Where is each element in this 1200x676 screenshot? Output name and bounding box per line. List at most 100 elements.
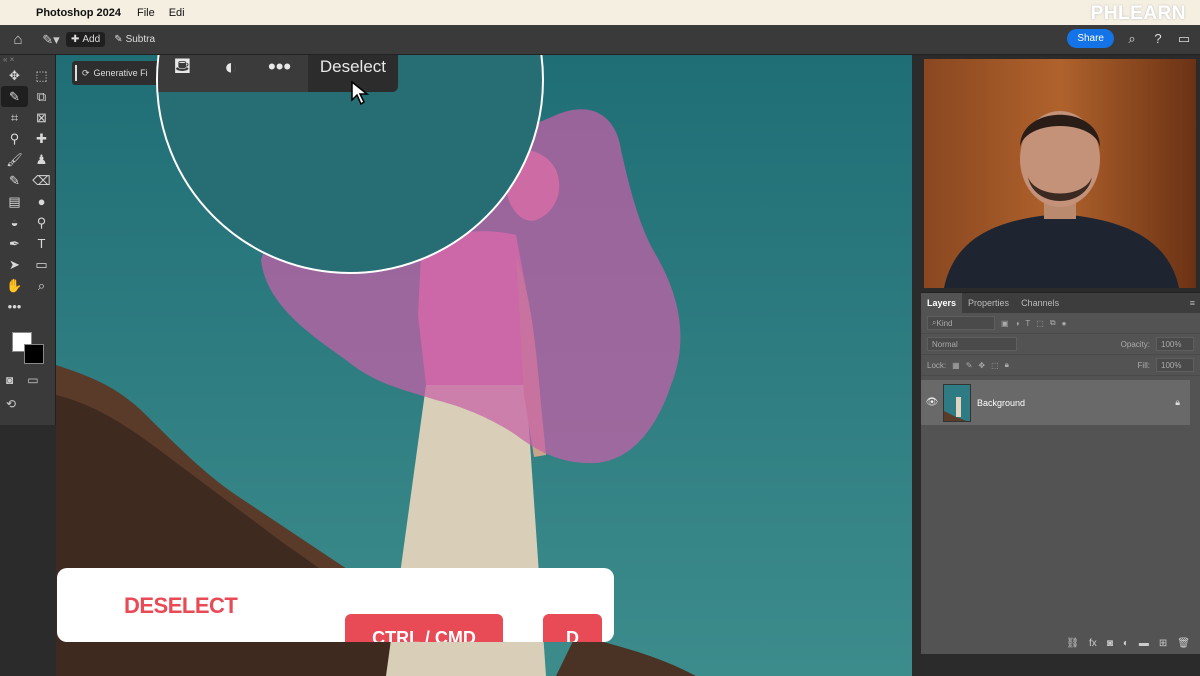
object-selection-icon[interactable]: ⧉ xyxy=(28,86,55,107)
layer-thumbnail xyxy=(943,383,971,422)
eraser-icon[interactable]: ⌫ xyxy=(28,170,55,191)
color-swatches xyxy=(10,330,50,370)
rectangle-icon[interactable]: ▭ xyxy=(28,254,55,275)
blend-row: Normal Opacity: 100% xyxy=(921,334,1200,355)
cursor-arrow-icon xyxy=(351,80,370,106)
generative-fill-label[interactable]: Generative Fi xyxy=(94,68,148,78)
search-icon[interactable]: ⌕ xyxy=(1124,31,1140,47)
brush-icon[interactable]: 🖌︎ xyxy=(1,149,28,170)
fill-label: Fill: xyxy=(1137,360,1150,370)
lock-artboard-icon[interactable]: ⬚ xyxy=(991,361,999,370)
hand-icon[interactable]: ✋ xyxy=(1,275,28,296)
path-select-icon[interactable]: ➤ xyxy=(1,254,28,275)
task-bar-handle[interactable] xyxy=(75,65,77,81)
add-mask-icon[interactable]: ◙ xyxy=(1107,638,1113,649)
stamp-icon[interactable]: ♟ xyxy=(28,149,55,170)
healing-icon[interactable]: ✚ xyxy=(28,128,55,149)
lock-transparency-icon[interactable]: ▦ xyxy=(952,361,960,370)
new-group-icon[interactable]: ▬ xyxy=(1139,638,1149,649)
workspace-icon[interactable]: ▭ xyxy=(1176,31,1192,47)
panel-tabs: Layers Properties Channels ≡ xyxy=(921,293,1200,313)
opacity-input[interactable]: 100% xyxy=(1156,337,1194,351)
quick-selection-tool-icon[interactable]: ✎▾ xyxy=(36,32,66,48)
menu-edit[interactable]: Edi xyxy=(169,7,185,19)
lock-position-icon[interactable]: ✥ xyxy=(978,361,985,370)
help-icon[interactable]: ? xyxy=(1150,31,1166,46)
tool-grid: ✥ ⬚ ✎ ⧉ ⌗ ⊠ ⚲ ✚ 🖌︎ ♟ ✎ ⌫ ▤ ● ◒ ⚲ ✒ T ➤ ▭… xyxy=(0,65,55,317)
marquee-icon[interactable]: ⬚ xyxy=(28,65,55,86)
add-label: Add xyxy=(82,34,101,45)
panel-menu-icon[interactable]: ≡ xyxy=(1190,298,1200,308)
more-tools-icon[interactable]: ••• xyxy=(1,296,28,317)
instructor-video xyxy=(924,59,1196,288)
new-layer-icon[interactable]: ⊞ xyxy=(1159,638,1167,649)
lock-row: Lock: ▦ ✎ ✥ ⬚ 🔒︎ Fill: 100% xyxy=(921,355,1200,376)
move-icon[interactable]: ✥ xyxy=(1,65,28,86)
blur-icon[interactable]: ● xyxy=(28,191,55,212)
contextual-task-bar[interactable]: ⟳ Generative Fi xyxy=(72,61,162,85)
zoom-icon[interactable]: ⌕ xyxy=(28,275,55,296)
kind-filter-select[interactable]: ⌕ Kind xyxy=(927,316,995,330)
subtract-from-selection-button[interactable]: ✎ Subtra xyxy=(109,32,160,47)
instructor-image xyxy=(924,59,1196,288)
kind-filter-label: Kind xyxy=(936,318,953,328)
quick-selection-icon[interactable]: ✎ xyxy=(1,86,28,107)
shortcut-key-ctrl-cmd: CTRL / CMD xyxy=(345,614,503,642)
lock-pixels-icon[interactable]: ✎ xyxy=(966,361,973,370)
tab-layers[interactable]: Layers xyxy=(921,293,963,313)
generative-fill-icon: ⟳ xyxy=(82,67,90,78)
trash-icon[interactable]: 🗑︎ xyxy=(1177,638,1190,649)
add-to-selection-button[interactable]: ✚ Add xyxy=(66,32,106,47)
filter-smart-object-icon[interactable]: ⧉ xyxy=(1050,318,1056,328)
toolbar-grip[interactable]: « × xyxy=(0,55,55,65)
thumbnail-image xyxy=(944,384,970,421)
brush-plus-icon: ✚ xyxy=(71,34,80,45)
layer-name[interactable]: Background xyxy=(977,398,1025,408)
photoshop-window: Photoshop 2024 File Edi PHLEARN ⌂ ✎▾ ✚ A… xyxy=(0,0,1200,676)
brand-watermark: PHLEARN xyxy=(1090,3,1186,24)
filter-adjustment-icon[interactable]: ◑ xyxy=(1015,319,1020,328)
crop-icon[interactable]: ⌗ xyxy=(1,107,28,128)
app-menu[interactable]: Photoshop 2024 xyxy=(36,7,121,19)
tab-properties[interactable]: Properties xyxy=(962,293,1015,313)
dodge-icon[interactable]: ◒ xyxy=(1,212,28,233)
history-brush-icon[interactable]: ✎ xyxy=(1,170,28,191)
filter-type-icon[interactable]: T xyxy=(1025,319,1030,328)
share-button[interactable]: Share xyxy=(1067,29,1114,48)
shortcut-caption-card: DESELECT CTRL / CMD D xyxy=(57,568,614,642)
adjustment-layer-icon[interactable]: ◐ xyxy=(1123,638,1129,649)
sponge-icon[interactable]: ⚲ xyxy=(28,212,55,233)
quick-mask-icon[interactable]: ◙ xyxy=(6,373,13,387)
lock-label: Lock: xyxy=(927,360,947,370)
panel-footer: ⛓ fx ◙ ◐ ▬ ⊞ 🗑︎ xyxy=(921,632,1200,654)
home-icon[interactable]: ⌂ xyxy=(0,31,36,48)
lock-all-icon[interactable]: 🔒︎ xyxy=(1005,360,1009,370)
filter-row: ⌕ Kind ▣ ◑ T ⬚ ⧉ ● xyxy=(921,313,1200,334)
pen-icon[interactable]: ✒ xyxy=(1,233,28,254)
screen-mode-icon[interactable]: ▭ xyxy=(27,373,38,387)
background-color-swatch[interactable] xyxy=(24,344,44,364)
fill-bucket-icon[interactable]: ⛾ xyxy=(158,55,207,82)
layer-row-background[interactable]: 👁︎ Background 🔒︎ xyxy=(921,380,1190,425)
menu-file[interactable]: File xyxy=(137,7,155,19)
fill-input[interactable]: 100% xyxy=(1156,358,1194,372)
link-layers-icon[interactable]: ⛓ xyxy=(1066,638,1079,649)
tab-channels[interactable]: Channels xyxy=(1015,293,1065,313)
frame-icon[interactable]: ⊠ xyxy=(28,107,55,128)
filter-shape-icon[interactable]: ⬚ xyxy=(1036,319,1044,328)
eyedropper-icon[interactable]: ⚲ xyxy=(1,128,28,149)
fx-icon[interactable]: fx xyxy=(1089,638,1097,649)
layer-lock-icon[interactable]: 🔒︎ xyxy=(1175,397,1190,408)
visibility-eye-icon[interactable]: 👁︎ xyxy=(921,397,943,408)
gradient-icon[interactable]: ▤ xyxy=(1,191,28,212)
more-options-icon[interactable]: ••• xyxy=(255,55,304,80)
options-right-group: Share ⌕ ? ▭ xyxy=(1067,29,1192,48)
opacity-label: Opacity: xyxy=(1120,339,1150,349)
filter-toggle-icon[interactable]: ● xyxy=(1062,319,1067,328)
invert-selection-icon[interactable]: ◐ xyxy=(207,55,256,80)
shortcut-key-d: D xyxy=(543,614,602,642)
generative-icon[interactable]: ⟲ xyxy=(6,397,16,411)
type-icon[interactable]: T xyxy=(28,233,55,254)
filter-pixel-icon[interactable]: ▣ xyxy=(1001,319,1009,328)
blend-mode-select[interactable]: Normal xyxy=(927,337,1017,351)
